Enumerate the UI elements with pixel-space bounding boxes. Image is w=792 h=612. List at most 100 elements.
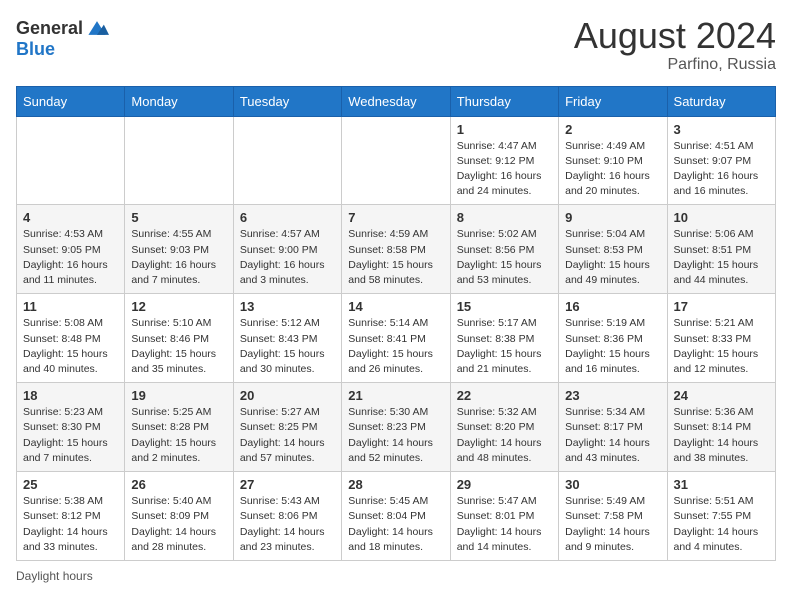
logo: General Blue [16,16,109,58]
calendar-cell: 30 Sunrise: 5:49 AMSunset: 7:58 PMDayligh… [559,472,667,561]
calendar-day-header: Thursday [450,86,558,116]
day-number: 4 [23,210,118,225]
day-info: Sunrise: 5:23 AMSunset: 8:30 PMDaylight:… [23,405,118,466]
day-info: Sunrise: 5:04 AMSunset: 8:53 PMDaylight:… [565,227,660,288]
calendar-cell: 25 Sunrise: 5:38 AMSunset: 8:12 PMDayligh… [17,472,125,561]
calendar-cell [17,116,125,205]
day-info: Sunrise: 5:12 AMSunset: 8:43 PMDaylight:… [240,316,335,377]
calendar-cell [233,116,341,205]
calendar-day-header: Saturday [667,86,775,116]
footer-note: Daylight hours [16,569,776,583]
day-number: 26 [131,477,226,492]
calendar-cell: 15 Sunrise: 5:17 AMSunset: 8:38 PMDayligh… [450,294,558,383]
day-number: 22 [457,388,552,403]
day-info: Sunrise: 5:38 AMSunset: 8:12 PMDaylight:… [23,494,118,555]
logo-icon [85,16,109,40]
day-number: 9 [565,210,660,225]
subtitle: Parfino, Russia [574,56,776,74]
day-info: Sunrise: 4:49 AMSunset: 9:10 PMDaylight:… [565,139,660,200]
calendar-cell: 8 Sunrise: 5:02 AMSunset: 8:56 PMDaylight… [450,205,558,294]
calendar-cell: 11Sunrise: 5:08 AMSunset: 8:48 PMDayligh… [17,294,125,383]
calendar-cell: 21Sunrise: 5:30 AMSunset: 8:23 PMDayligh… [342,383,450,472]
calendar-cell: 7Sunrise: 4:59 AMSunset: 8:58 PMDaylight… [342,205,450,294]
day-info: Sunrise: 5:49 AMSunset: 7:58 PMDaylight:… [565,494,660,555]
day-info: Sunrise: 5:43 AMSunset: 8:06 PMDaylight:… [240,494,335,555]
calendar-cell: 17 Sunrise: 5:21 AMSunset: 8:33 PMDayligh… [667,294,775,383]
day-info: Sunrise: 4:55 AMSunset: 9:03 PMDaylight:… [131,227,226,288]
calendar-cell: 27 Sunrise: 5:43 AMSunset: 8:06 PMDayligh… [233,472,341,561]
calendar-cell [125,116,233,205]
day-info: Sunrise: 4:59 AMSunset: 8:58 PMDaylight:… [348,227,443,288]
calendar-cell: 16 Sunrise: 5:19 AMSunset: 8:36 PMDayligh… [559,294,667,383]
calendar-day-header: Sunday [17,86,125,116]
calendar-cell: 29Sunrise: 5:47 AMSunset: 8:01 PMDayligh… [450,472,558,561]
calendar-cell: 20 Sunrise: 5:27 AMSunset: 8:25 PMDayligh… [233,383,341,472]
day-info: Sunrise: 5:06 AMSunset: 8:51 PMDaylight:… [674,227,769,288]
calendar-cell: 12 Sunrise: 5:10 AMSunset: 8:46 PMDayligh… [125,294,233,383]
day-info: Sunrise: 5:34 AMSunset: 8:17 PMDaylight:… [565,405,660,466]
day-info: Sunrise: 5:27 AMSunset: 8:25 PMDaylight:… [240,405,335,466]
calendar-cell: 26 Sunrise: 5:40 AMSunset: 8:09 PMDayligh… [125,472,233,561]
calendar-cell: 14Sunrise: 5:14 AMSunset: 8:41 PMDayligh… [342,294,450,383]
day-number: 10 [674,210,769,225]
day-info: Sunrise: 5:32 AMSunset: 8:20 PMDaylight:… [457,405,552,466]
day-number: 15 [457,299,552,314]
day-number: 31 [674,477,769,492]
day-number: 1 [457,122,552,137]
calendar-week-row: 1 Sunrise: 4:47 AMSunset: 9:12 PMDaylight… [17,116,776,205]
day-number: 17 [674,299,769,314]
day-info: Sunrise: 5:45 AMSunset: 8:04 PMDaylight:… [348,494,443,555]
day-number: 11 [23,299,118,314]
calendar-cell: 22 Sunrise: 5:32 AMSunset: 8:20 PMDayligh… [450,383,558,472]
day-info: Sunrise: 5:30 AMSunset: 8:23 PMDaylight:… [348,405,443,466]
day-info: Sunrise: 5:17 AMSunset: 8:38 PMDaylight:… [457,316,552,377]
calendar-week-row: 25 Sunrise: 5:38 AMSunset: 8:12 PMDayligh… [17,472,776,561]
calendar-cell: 6Sunrise: 4:57 AMSunset: 9:00 PMDaylight… [233,205,341,294]
day-info: Sunrise: 5:21 AMSunset: 8:33 PMDaylight:… [674,316,769,377]
day-number: 18 [23,388,118,403]
logo-text-blue: Blue [16,40,55,58]
day-info: Sunrise: 5:10 AMSunset: 8:46 PMDaylight:… [131,316,226,377]
day-info: Sunrise: 4:57 AMSunset: 9:00 PMDaylight:… [240,227,335,288]
calendar-cell: 3 Sunrise: 4:51 AMSunset: 9:07 PMDaylight… [667,116,775,205]
day-number: 28 [348,477,443,492]
day-number: 25 [23,477,118,492]
day-number: 20 [240,388,335,403]
day-number: 3 [674,122,769,137]
calendar-cell: 28 Sunrise: 5:45 AMSunset: 8:04 PMDayligh… [342,472,450,561]
day-number: 27 [240,477,335,492]
day-info: Sunrise: 4:51 AMSunset: 9:07 PMDaylight:… [674,139,769,200]
calendar-week-row: 18 Sunrise: 5:23 AMSunset: 8:30 PMDayligh… [17,383,776,472]
day-info: Sunrise: 5:02 AMSunset: 8:56 PMDaylight:… [457,227,552,288]
calendar-cell: 23Sunrise: 5:34 AMSunset: 8:17 PMDayligh… [559,383,667,472]
calendar-cell: 31 Sunrise: 5:51 AMSunset: 7:55 PMDayligh… [667,472,775,561]
day-info: Sunrise: 5:51 AMSunset: 7:55 PMDaylight:… [674,494,769,555]
day-number: 13 [240,299,335,314]
calendar-cell: 2 Sunrise: 4:49 AMSunset: 9:10 PMDaylight… [559,116,667,205]
main-title: August 2024 [574,16,776,56]
day-number: 19 [131,388,226,403]
calendar-header-row: SundayMondayTuesdayWednesdayThursdayFrid… [17,86,776,116]
calendar-cell: 24Sunrise: 5:36 AMSunset: 8:14 PMDayligh… [667,383,775,472]
calendar-cell: 10 Sunrise: 5:06 AMSunset: 8:51 PMDayligh… [667,205,775,294]
calendar-cell: 4 Sunrise: 4:53 AMSunset: 9:05 PMDaylight… [17,205,125,294]
day-number: 8 [457,210,552,225]
day-info: Sunrise: 5:40 AMSunset: 8:09 PMDaylight:… [131,494,226,555]
day-number: 30 [565,477,660,492]
day-info: Sunrise: 5:25 AMSunset: 8:28 PMDaylight:… [131,405,226,466]
day-number: 5 [131,210,226,225]
day-info: Sunrise: 4:53 AMSunset: 9:05 PMDaylight:… [23,227,118,288]
day-info: Sunrise: 5:19 AMSunset: 8:36 PMDaylight:… [565,316,660,377]
calendar-day-header: Friday [559,86,667,116]
day-number: 12 [131,299,226,314]
day-info: Sunrise: 4:47 AMSunset: 9:12 PMDaylight:… [457,139,552,200]
calendar-cell: 9 Sunrise: 5:04 AMSunset: 8:53 PMDaylight… [559,205,667,294]
day-number: 2 [565,122,660,137]
calendar-cell: 5 Sunrise: 4:55 AMSunset: 9:03 PMDaylight… [125,205,233,294]
day-number: 16 [565,299,660,314]
calendar-cell: 18 Sunrise: 5:23 AMSunset: 8:30 PMDayligh… [17,383,125,472]
calendar-table: SundayMondayTuesdayWednesdayThursdayFrid… [16,86,776,561]
logo-text-general: General [16,19,83,37]
calendar-cell: 19 Sunrise: 5:25 AMSunset: 8:28 PMDayligh… [125,383,233,472]
day-number: 14 [348,299,443,314]
